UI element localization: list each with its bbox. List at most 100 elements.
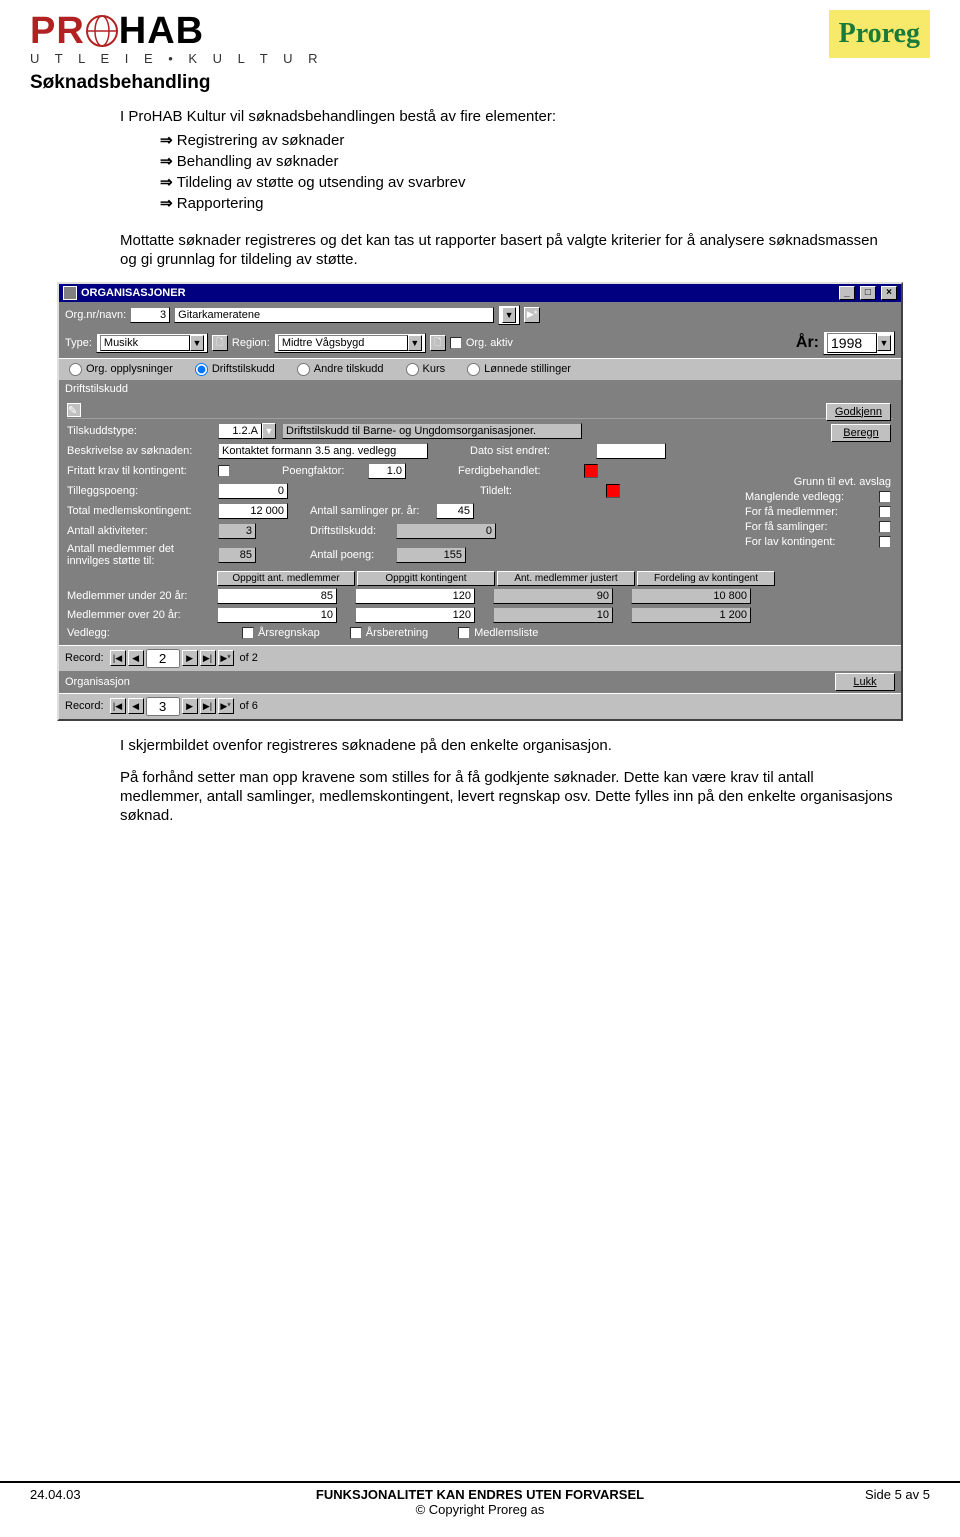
samlinger-field[interactable] — [436, 503, 474, 519]
window-buttons: _ □ × — [837, 286, 897, 300]
fritatt-checkbox[interactable] — [218, 465, 230, 477]
window-title: ORGANISASJONER — [81, 287, 186, 299]
drift-label: Driftstilskudd: — [310, 525, 390, 537]
tildelt-indicator — [606, 484, 620, 498]
nav-new[interactable]: ▶* — [218, 650, 234, 666]
orgnavn-field[interactable] — [174, 307, 494, 323]
col-header: Fordeling av kontingent — [637, 571, 775, 586]
footer-date: 24.04.03 — [30, 1487, 170, 1517]
beregn-button[interactable]: Beregn — [831, 424, 891, 442]
chevron-down-icon: ▼ — [877, 335, 891, 351]
footer-warning: FUNKSJONALITET KAN ENDRES UTEN FORVARSEL — [170, 1487, 790, 1502]
dato-field[interactable] — [596, 443, 666, 459]
akt-label: Antall aktiviteter: — [67, 525, 212, 537]
reason-checkbox[interactable] — [879, 521, 891, 533]
vedlegg-label: Vedlegg: — [67, 627, 212, 639]
next-record-button[interactable]: ▶* — [524, 307, 540, 323]
type-label: Type: — [65, 337, 92, 349]
nav-next[interactable]: ▶ — [182, 698, 198, 714]
o20-fordeling — [631, 607, 751, 623]
section-heading: Søknadsbehandling — [30, 72, 930, 94]
record-number[interactable] — [146, 697, 180, 716]
type-combo[interactable]: ▼ — [96, 333, 208, 353]
paragraph: På forhånd setter man opp kravene som st… — [120, 769, 900, 825]
beskrivelse-label: Beskrivelse av søknaden: — [67, 445, 212, 457]
paragraph: Mottatte søknader registreres og det kan… — [120, 232, 880, 270]
record-number[interactable] — [146, 649, 180, 668]
total-field[interactable] — [218, 503, 288, 519]
reason-label: Manglende vedlegg: — [745, 491, 875, 503]
att-arsregnskap[interactable]: ✓ Årsregnskap — [242, 627, 320, 639]
dato-label: Dato sist endret: — [470, 445, 590, 457]
year-combo[interactable]: ▼ — [823, 331, 895, 355]
minimize-button[interactable]: _ — [839, 286, 855, 300]
reason-checkbox[interactable] — [879, 506, 891, 518]
poengfaktor-field[interactable] — [368, 463, 406, 479]
tillegg-field[interactable] — [218, 483, 288, 499]
orgaktiv-checkbox[interactable]: ✓ — [450, 337, 462, 349]
tab-row: Org. opplysninger Driftstilskudd Andre t… — [59, 358, 901, 381]
chevron-down-icon: ▼ — [408, 335, 422, 351]
total-label: Total medlemskontingent: — [67, 505, 212, 517]
u20-kontingent[interactable] — [355, 588, 475, 604]
att-arsberetning[interactable]: ✓ Årsberetning — [350, 627, 428, 639]
logo-text-pr: PR — [30, 10, 85, 52]
organisasjon-label: Organisasjon — [65, 676, 130, 688]
reason-label: For lav kontingent: — [745, 536, 875, 548]
u20-label: Medlemmer under 20 år: — [67, 590, 217, 602]
maximize-button[interactable]: □ — [860, 286, 876, 300]
orgnavn-dropdown[interactable]: ▼ — [498, 305, 520, 325]
bullet-item: Tildeling av støtte og utsending av svar… — [160, 173, 930, 191]
main-record-nav: Record: |◀ ◀ ▶ ▶| ▶* of 6 — [59, 693, 901, 719]
nav-new[interactable]: ▶* — [218, 698, 234, 714]
app-window: ORGANISASJONER _ □ × Org.nr/navn: ▼ ▶* T… — [57, 282, 903, 721]
beskrivelse-field[interactable] — [218, 443, 428, 459]
globe-icon — [85, 14, 119, 48]
logo-subtitle: U T L E I E • K U L T U R — [30, 51, 324, 66]
poeng-field — [396, 547, 466, 563]
tillegg-label: Tilleggspoeng: — [67, 485, 212, 497]
nav-prev[interactable]: ◀ — [128, 650, 144, 666]
chevron-down-icon: ▼ — [262, 423, 276, 439]
region-combo[interactable]: ▼ — [274, 333, 426, 353]
bullet-item: Behandling av søknader — [160, 152, 930, 170]
type-lookup-button[interactable]: 🗋 — [212, 335, 228, 351]
orgnr-field[interactable] — [130, 307, 170, 323]
nav-last[interactable]: ▶| — [200, 650, 216, 666]
col-header: Ant. medlemmer justert — [497, 571, 635, 586]
close-button[interactable]: × — [881, 286, 897, 300]
lukk-button[interactable]: Lukk — [835, 673, 895, 691]
footer-copyright: © Copyright Proreg as — [170, 1502, 790, 1517]
proreg-logo: Proreg — [829, 10, 930, 58]
tab-driftstilskudd[interactable]: Driftstilskudd — [195, 363, 275, 376]
region-lookup-button[interactable]: 🗋 — [430, 335, 446, 351]
tab-lonnede-stillinger[interactable]: Lønnede stillinger — [467, 363, 571, 376]
tilskuddstype-combo[interactable]: ▼ — [218, 423, 276, 439]
region-label: Region: — [232, 337, 270, 349]
o20-kontingent[interactable] — [355, 607, 475, 623]
subform-header: Driftstilskudd — [59, 381, 901, 397]
akt-field — [218, 523, 256, 539]
intro-block: I ProHAB Kultur vil søknadsbehandlingen … — [120, 108, 930, 212]
att-medlemsliste[interactable]: ✓ Medlemsliste — [458, 627, 538, 639]
tab-org-opplysninger[interactable]: Org. opplysninger — [69, 363, 173, 376]
poengfaktor-label: Poengfaktor: — [282, 465, 362, 477]
chevron-down-icon: ▼ — [190, 335, 204, 351]
u20-members[interactable] — [217, 588, 337, 604]
godkjenn-button[interactable]: Godkjenn — [826, 403, 891, 421]
samlinger-label: Antall samlinger pr. år: — [310, 505, 430, 517]
nav-first[interactable]: |◀ — [110, 650, 126, 666]
o20-members[interactable] — [217, 607, 337, 623]
nav-prev[interactable]: ◀ — [128, 698, 144, 714]
reason-checkbox[interactable] — [879, 491, 891, 503]
nav-next[interactable]: ▶ — [182, 650, 198, 666]
tilskuddstype-desc — [282, 423, 582, 439]
tab-andre-tilskudd[interactable]: Andre tilskudd — [297, 363, 384, 376]
u20-fordeling — [631, 588, 751, 604]
orgaktiv-label: Org. aktiv — [466, 337, 513, 349]
nav-first[interactable]: |◀ — [110, 698, 126, 714]
u20-justert — [493, 588, 613, 604]
tab-kurs[interactable]: Kurs — [406, 363, 446, 376]
reason-checkbox[interactable] — [879, 536, 891, 548]
nav-last[interactable]: ▶| — [200, 698, 216, 714]
